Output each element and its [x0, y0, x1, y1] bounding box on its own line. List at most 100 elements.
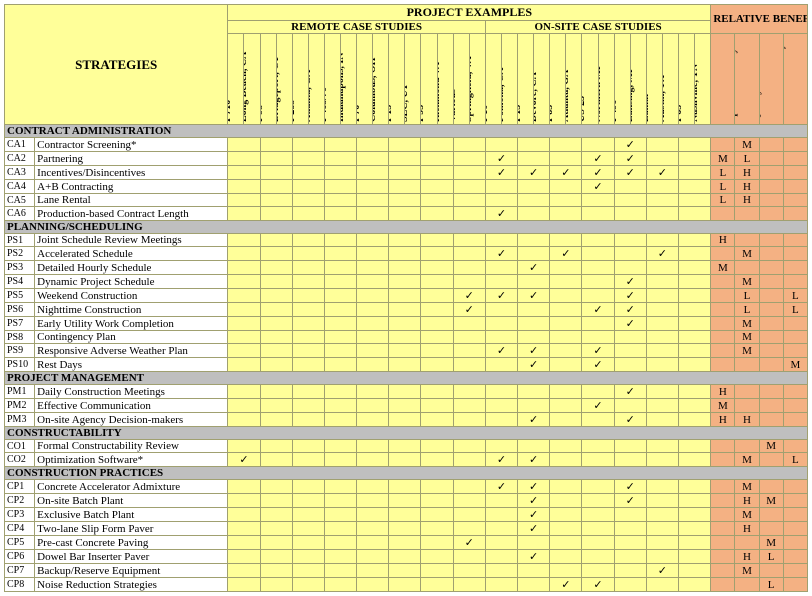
case-cell — [228, 413, 260, 427]
case-cell — [678, 152, 710, 166]
case-cell — [678, 234, 710, 247]
case-cell — [485, 508, 517, 522]
case-cell — [678, 247, 710, 261]
case-cell — [324, 180, 356, 194]
row-name: Incentives/Disincentives — [35, 166, 228, 180]
case-cell — [646, 399, 678, 413]
case-cell: ✓ — [614, 166, 646, 180]
case-cell: ✓ — [485, 480, 517, 494]
case-cell — [292, 166, 324, 180]
row-name: Backup/Reserve Equipment — [35, 564, 228, 578]
case-cell — [421, 303, 453, 317]
section-title: CONSTRUCTABILITY — [5, 427, 808, 440]
case-col-route: I-465/70 — [324, 34, 340, 125]
case-cell — [421, 578, 453, 592]
row-code: CP8 — [5, 578, 35, 592]
case-col-city: Northern MI — [598, 34, 614, 125]
table-row: CP7Backup/Reserve Equipment✓M — [5, 564, 808, 578]
table-row: PS3Detailed Hourly Schedule✓M — [5, 261, 808, 275]
case-cell — [646, 207, 678, 221]
case-cell — [389, 344, 421, 358]
row-name: Dowel Bar Inserter Paver — [35, 550, 228, 564]
case-cell — [582, 508, 614, 522]
case-cell — [292, 317, 324, 331]
case-cell: ✓ — [614, 413, 646, 427]
row-name: Partnering — [35, 152, 228, 166]
table-row: PM3On-site Agency Decision-makers✓✓HH — [5, 413, 808, 427]
case-cell — [260, 261, 292, 275]
rel-cell — [759, 385, 783, 399]
table-row: CA5Lane RentalLH — [5, 194, 808, 207]
rel-cell — [783, 508, 807, 522]
row-name: Early Utility Work Completion — [35, 317, 228, 331]
rel-cell: M — [735, 480, 759, 494]
case-cell: ✓ — [582, 358, 614, 372]
rel-col-header: Communication/ Coordination — [711, 34, 735, 125]
case-cell — [260, 480, 292, 494]
row-name: Nighttime Construction — [35, 303, 228, 317]
rel-cell: M — [735, 317, 759, 331]
case-cell — [292, 522, 324, 536]
case-cell — [550, 480, 582, 494]
case-cell — [485, 358, 517, 372]
rel-cell — [735, 385, 759, 399]
case-cell — [678, 317, 710, 331]
rel-cell — [759, 303, 783, 317]
rel-cell — [711, 453, 735, 467]
row-code: PS10 — [5, 358, 35, 372]
case-cell — [678, 275, 710, 289]
case-cell — [389, 303, 421, 317]
case-col-city: Columbus, OH — [373, 34, 389, 125]
case-cell — [292, 358, 324, 372]
case-cell — [550, 494, 582, 508]
case-cell — [421, 550, 453, 564]
case-cell — [389, 440, 421, 453]
case-cell — [550, 234, 582, 247]
rel-cell — [759, 138, 783, 152]
rel-cell: M — [735, 453, 759, 467]
case-cell — [324, 440, 356, 453]
case-cell — [518, 247, 550, 261]
case-col-route: I-496 — [614, 34, 630, 125]
rel-cell — [759, 508, 783, 522]
case-cell — [324, 578, 356, 592]
case-cell: ✓ — [614, 275, 646, 289]
rel-cell — [783, 385, 807, 399]
case-cell — [421, 275, 453, 289]
rel-cell — [783, 480, 807, 494]
case-cell — [550, 385, 582, 399]
case-cell — [292, 194, 324, 207]
row-code: PM2 — [5, 399, 35, 413]
case-col-route: Lamar — [646, 34, 662, 125]
case-cell: ✓ — [518, 480, 550, 494]
case-cell — [260, 247, 292, 261]
case-cell — [678, 550, 710, 564]
rel-cell: L — [711, 180, 735, 194]
case-cell — [324, 138, 356, 152]
case-cell — [357, 413, 389, 427]
case-cell: ✓ — [518, 344, 550, 358]
case-cell — [357, 138, 389, 152]
case-cell — [421, 331, 453, 344]
case-cell — [389, 289, 421, 303]
table-row: CA3Incentives/Disincentives✓✓✓✓✓✓LH — [5, 166, 808, 180]
rel-cell: M — [735, 564, 759, 578]
case-cell — [582, 550, 614, 564]
rel-cell — [783, 207, 807, 221]
case-cell: ✓ — [453, 303, 485, 317]
case-cell — [646, 440, 678, 453]
case-col-city: Nashville, TN — [695, 34, 711, 125]
rel-cell — [783, 152, 807, 166]
case-cell — [614, 522, 646, 536]
case-cell — [678, 508, 710, 522]
case-cell — [389, 234, 421, 247]
case-cell — [614, 180, 646, 194]
rel-cell — [759, 358, 783, 372]
row-code: PS9 — [5, 344, 35, 358]
strategies-header: STRATEGIES — [5, 5, 228, 125]
rel-cell: H — [735, 166, 759, 180]
rel-cell — [759, 344, 783, 358]
case-cell — [518, 399, 550, 413]
case-cell — [678, 453, 710, 467]
case-cell — [228, 564, 260, 578]
